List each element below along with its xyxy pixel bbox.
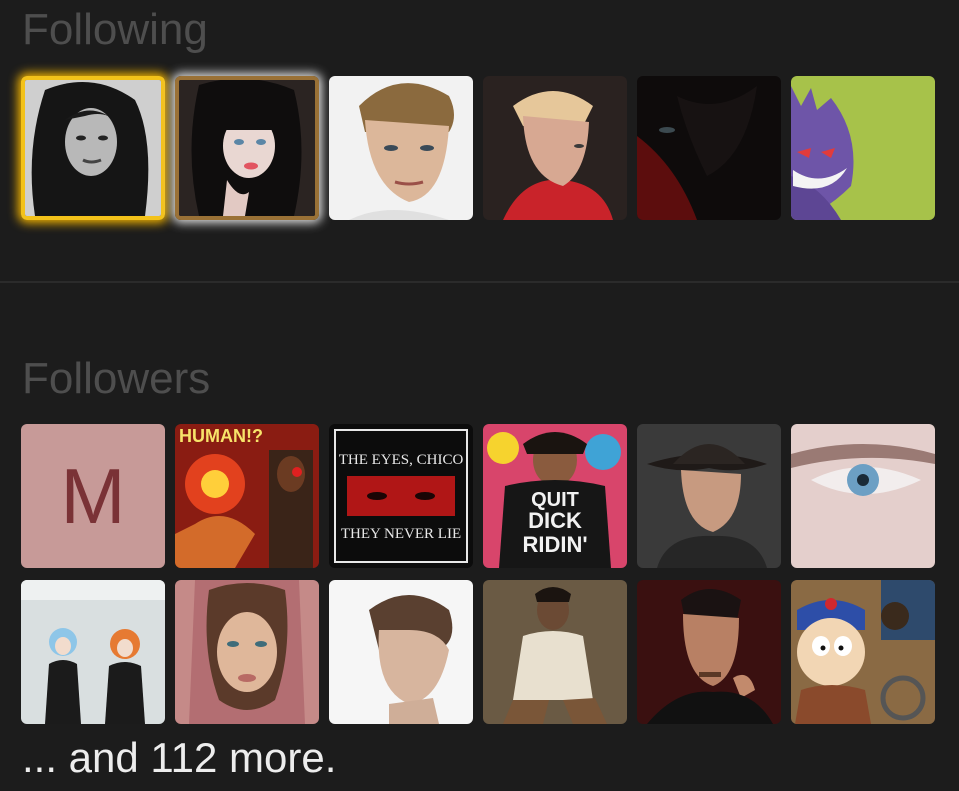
- followers-avatar-row-2: [21, 580, 935, 724]
- followers-heading: Followers: [22, 354, 211, 403]
- avatar-black-haired-woman[interactable]: [175, 76, 319, 220]
- avatar-woman-hooded[interactable]: [175, 580, 319, 724]
- followers-avatar-row-1: M HUMAN!? THE EYES, CHICO THEY NEVER LIE: [21, 424, 935, 568]
- more-followers-text[interactable]: ... and 112 more.: [22, 733, 336, 783]
- shirt-text-line-2: DICK: [528, 508, 582, 533]
- avatar-blonde-man-red-jacket[interactable]: [483, 76, 627, 220]
- avatar-man-sitting[interactable]: [483, 580, 627, 724]
- avatar-man-smoking-cigar[interactable]: [637, 580, 781, 724]
- avatar-3d-man-portrait[interactable]: [329, 76, 473, 220]
- following-heading: Following: [22, 5, 208, 54]
- avatar-young-man-profile[interactable]: [329, 580, 473, 724]
- following-avatar-row: [21, 76, 935, 220]
- avatar-letter: M: [60, 451, 126, 540]
- shirt-text-line-3: RIDIN': [522, 532, 587, 557]
- avatar-dark-figure[interactable]: [637, 76, 781, 220]
- avatar-cowboy-hat-man[interactable]: [637, 424, 781, 568]
- section-divider: [0, 281, 959, 283]
- avatar-south-park-stan[interactable]: [791, 580, 935, 724]
- avatar-human-comic[interactable]: HUMAN!?: [175, 424, 319, 568]
- avatar-gengar[interactable]: [791, 76, 935, 220]
- human-comic-text: HUMAN!?: [179, 426, 263, 446]
- avatar-letter-m[interactable]: M: [21, 424, 165, 568]
- avatar-the-eyes-chico[interactable]: THE EYES, CHICO THEY NEVER LIE: [329, 424, 473, 568]
- eyes-chico-bottom-text: THEY NEVER LIE: [341, 526, 461, 542]
- avatar-dark-haired-woman-bw[interactable]: [21, 76, 165, 220]
- eyes-chico-top-text: THE EYES, CHICO: [339, 452, 464, 468]
- avatar-blue-eye-closeup[interactable]: [791, 424, 935, 568]
- avatar-quit-dick-ridin-shirt[interactable]: QUIT DICK RIDIN': [483, 424, 627, 568]
- avatar-anime-girls[interactable]: [21, 580, 165, 724]
